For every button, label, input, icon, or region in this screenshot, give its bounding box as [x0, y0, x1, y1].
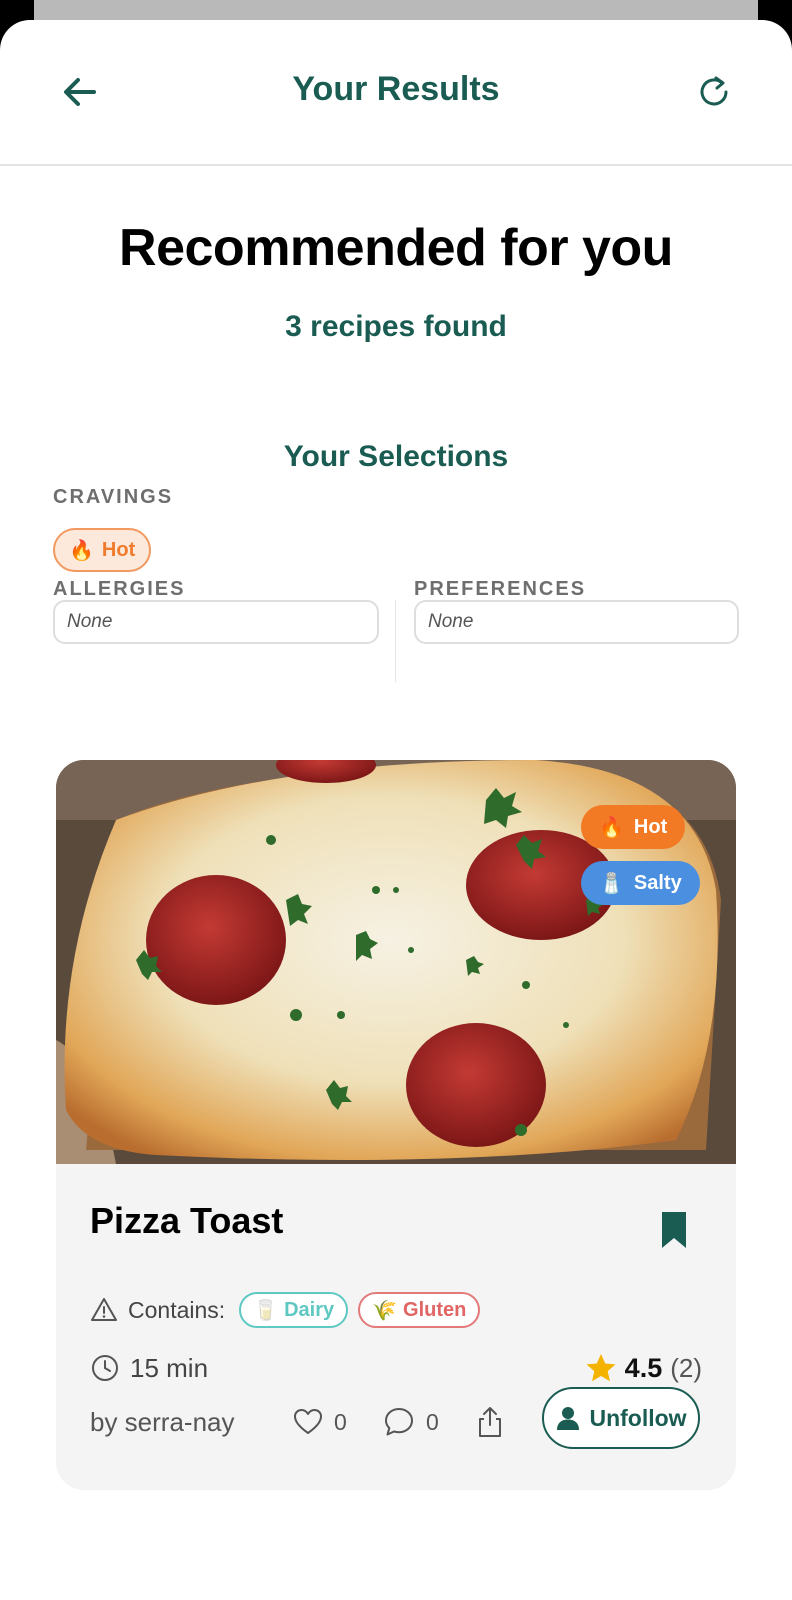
unfollow-button[interactable]: Unfollow [542, 1387, 700, 1449]
results-sheet: Your Results Recommended for you 3 recip… [0, 20, 792, 1600]
allergen-gluten: 🌾 Gluten [358, 1292, 481, 1328]
allergies-field: None [53, 600, 379, 644]
comment-button[interactable]: 0 [382, 1400, 439, 1444]
selections-title: Your Selections [283, 440, 509, 473]
like-button[interactable]: 0 [292, 1400, 347, 1444]
rating: 4.5 (2) [585, 1348, 702, 1388]
tag-label: Hot [633, 815, 668, 838]
page-title: Recommended for you [119, 219, 673, 277]
cook-time: 15 min [90, 1348, 208, 1388]
allergen-label: Dairy [284, 1298, 335, 1321]
preferences-field: None [414, 600, 739, 644]
comment-count: 0 [426, 1408, 439, 1435]
craving-chip-hot[interactable]: 🔥 Hot [53, 528, 152, 572]
bookmark-icon[interactable] [656, 1208, 692, 1252]
milk-icon: 🥛 [253, 1299, 279, 1322]
unfollow-label: Unfollow [589, 1404, 687, 1431]
salt-shaker-icon: 🧂 [599, 872, 624, 895]
share-icon [479, 1407, 501, 1437]
allergies-label: ALLERGIES [53, 578, 186, 600]
tag-label: Salty [633, 871, 682, 894]
like-count: 0 [334, 1408, 347, 1435]
heart-icon [294, 1409, 322, 1434]
preferences-label: PREFERENCES [414, 578, 587, 600]
cravings-label: CRAVINGS [53, 486, 174, 508]
clock-icon [92, 1355, 118, 1381]
fire-icon: 🔥 [599, 816, 624, 839]
rating-value: 4.5 [624, 1352, 663, 1383]
allergen-label: Gluten [403, 1298, 467, 1321]
divider [395, 600, 396, 682]
user-icon [557, 1407, 580, 1430]
craving-chip-label: Hot [101, 538, 136, 561]
warning-icon [91, 1298, 117, 1321]
refresh-button[interactable] [692, 70, 736, 114]
tag-salty: 🧂 Salty [581, 861, 700, 905]
header-title: Your Results [292, 70, 500, 108]
rating-count: (2) [670, 1352, 702, 1383]
recipe-card[interactable]: 🔥 Hot 🧂 Salty Pizza Toast Contains: 🥛 Da… [56, 760, 736, 1490]
wheat-icon: 🌾 [372, 1299, 398, 1322]
refresh-icon [700, 76, 728, 106]
tag-hot: 🔥 Hot [581, 805, 686, 849]
allergen-dairy: 🥛 Dairy [239, 1292, 349, 1328]
header-bar: Your Results [0, 20, 792, 166]
results-count: 3 recipes found [285, 310, 507, 343]
author-link[interactable]: by serra-nay [90, 1400, 235, 1444]
cook-time-value: 15 min [130, 1352, 209, 1383]
comment-icon [385, 1408, 413, 1436]
share-button[interactable] [474, 1400, 506, 1444]
allergen-row: Contains: 🥛 Dairy 🌾 Gluten [90, 1292, 481, 1328]
fire-icon: 🔥 [69, 539, 94, 562]
star-icon [586, 1354, 616, 1382]
contains-label: Contains: [128, 1296, 226, 1323]
recipe-title[interactable]: Pizza Toast [90, 1200, 283, 1242]
